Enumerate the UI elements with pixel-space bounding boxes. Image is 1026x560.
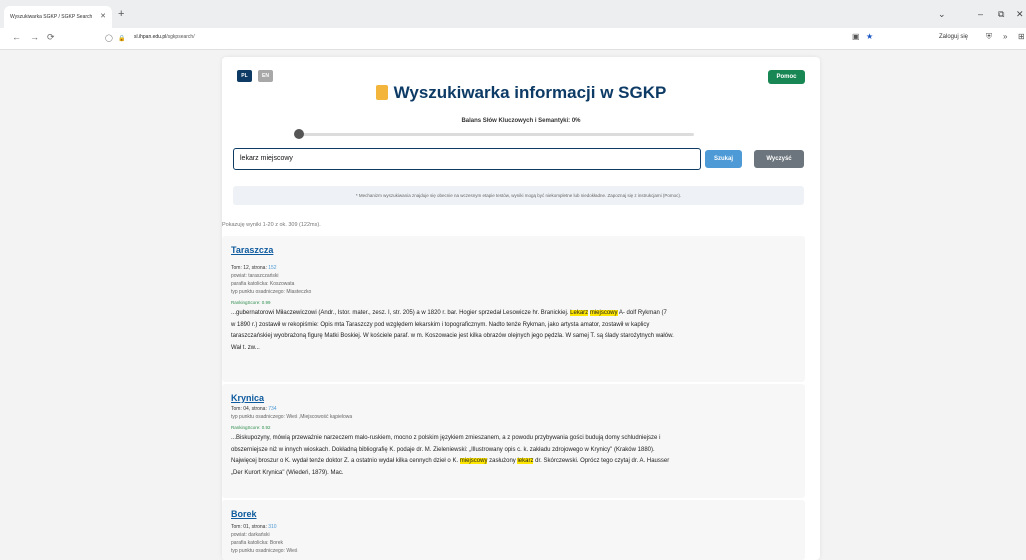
result-meta: typ punktu osadniczego: Miasteczko xyxy=(231,289,312,295)
balance-slider-track[interactable] xyxy=(297,133,694,136)
keyword-highlight: lekarz xyxy=(517,458,534,464)
address-bar: ← → ⟳ ◯ 🔒 sl.ihpan.edu.pl/sgkpsearch/ ▣ … xyxy=(0,28,1026,50)
clear-button[interactable]: Wyczyść xyxy=(754,150,804,168)
tab-title: Wyszukiwarka SGKP / SGKP Search xyxy=(10,14,93,20)
keyword-highlight: miejscowy xyxy=(459,458,488,464)
snippet-line: obszerniejsze niż w innych wioskach. Dok… xyxy=(231,446,655,453)
url-host: sl.ihpan.edu.pl xyxy=(134,34,167,40)
scroll-icon xyxy=(375,84,388,100)
results-count: Pokazuję wyniki 1-20 z ok. 309 (122ms). xyxy=(222,222,321,228)
lang-pl-button[interactable]: PL xyxy=(237,70,252,82)
forward-icon[interactable]: → xyxy=(30,32,39,42)
back-icon[interactable]: ← xyxy=(12,32,21,42)
lock-icon: 🔒 xyxy=(118,36,126,42)
snippet-line: taraszczańskiej wyobrażoną figurę Matki … xyxy=(231,333,674,339)
result-item: Krynica Tom: 04, strona: 734 typ punktu … xyxy=(222,384,805,498)
search-button[interactable]: Szukaj xyxy=(705,150,742,168)
result-title[interactable]: Borek xyxy=(231,509,257,519)
result-item: Borek Tom: 01, strona: 310 powiat: darka… xyxy=(222,500,805,560)
result-volume: Tom: 01, strona: 310 xyxy=(231,524,277,530)
result-meta: typ punktu osadniczego: Wieś xyxy=(231,548,298,554)
balance-slider-label: Balans Słów Kluczowych i Semantyki: 0% xyxy=(461,118,581,124)
title-row: Wyszukiwarka informacji w SGKP xyxy=(222,83,820,107)
lang-en-button[interactable]: EN xyxy=(258,70,273,82)
keyword-highlight: miejscowy xyxy=(589,310,618,316)
result-item: Taraszcza Tom: 12, strona: 152 powiat: t… xyxy=(222,236,805,382)
snippet-line: ...gubernatorowi Miłaczewiczowi (Andr., … xyxy=(231,310,667,316)
result-volume: Tom: 12, strona: 152 xyxy=(231,265,277,271)
result-page-link[interactable]: 734 xyxy=(268,406,276,412)
bookmark-star-icon[interactable]: ★ xyxy=(866,32,873,41)
help-button[interactable]: Pomoc xyxy=(768,70,805,84)
result-snippet: ...Biskupozyny, mówią przeważnie narzecz… xyxy=(231,433,797,479)
url-field[interactable]: sl.ihpan.edu.pl/sgkpsearch/ xyxy=(134,34,195,40)
snippet-line: „Der Kurort Krynica" (Wiedeń, 1879). Mac… xyxy=(231,469,344,476)
result-snippet: ...gubernatorowi Miłaczewiczowi (Andr., … xyxy=(231,308,797,354)
result-ranking: RankingScore: 0.99 xyxy=(231,300,271,305)
result-meta: typ punktu osadniczego: Wieś ,Miejscowoś… xyxy=(231,414,353,420)
result-page-link[interactable]: 152 xyxy=(268,265,276,271)
restore-icon[interactable]: ⧉ xyxy=(998,9,1004,20)
search-input[interactable]: lekarz miejscowy xyxy=(233,148,701,170)
extensions-icon[interactable]: ⊞ xyxy=(1018,32,1025,41)
snippet-line: w 1890 r.) zostawił w rekopiśmie: Opis m… xyxy=(231,321,650,328)
result-meta: powiat: darkański xyxy=(231,532,270,538)
snippet-line: Najwięcej broszur o K. wydał tenże dokto… xyxy=(231,458,670,464)
beta-notice: * Mechanizm wyszukiwania znajduje się ob… xyxy=(233,186,804,205)
minimize-icon[interactable]: – xyxy=(978,9,983,19)
new-tab-icon[interactable]: + xyxy=(118,8,124,20)
result-title[interactable]: Taraszcza xyxy=(231,245,273,255)
result-title[interactable]: Krynica xyxy=(231,393,264,403)
page-info-icon[interactable]: ◯ xyxy=(105,34,113,42)
close-window-icon[interactable]: ✕ xyxy=(1016,9,1024,20)
shield-icon[interactable]: ⛨ xyxy=(986,32,992,42)
page-title: Wyszukiwarka informacji w SGKP xyxy=(393,83,667,102)
keyword-highlight: Lekarz xyxy=(570,310,589,316)
url-path: /sgkpsearch/ xyxy=(166,34,195,40)
browser-tab[interactable]: Wyszukiwarka SGKP / SGKP Search ✕ xyxy=(4,6,112,28)
result-meta: parafia katolicka: Borek xyxy=(231,540,283,546)
tab-list-icon[interactable]: ⌄ xyxy=(938,9,946,20)
snippet-line: Wał t. zw... xyxy=(231,344,260,351)
reload-icon[interactable]: ⟳ xyxy=(47,32,55,43)
result-ranking: RankingScore: 0.92 xyxy=(231,425,271,430)
tab-close-icon[interactable]: ✕ xyxy=(100,6,106,28)
more-tools-icon[interactable]: » xyxy=(1003,32,1007,41)
result-meta: powiat: taraszczański xyxy=(231,273,279,279)
snippet-line: ...Biskupozyny, mówią przeważnie narzecz… xyxy=(231,435,661,441)
result-page-link[interactable]: 310 xyxy=(268,524,276,530)
reader-mode-icon[interactable]: ▣ xyxy=(852,32,860,41)
browser-tab-bar: Wyszukiwarka SGKP / SGKP Search ✕ + ⌄ – … xyxy=(0,0,1026,28)
balance-slider-thumb[interactable] xyxy=(294,129,304,139)
result-volume: Tom: 04, strona: 734 xyxy=(231,406,277,412)
search-card: PL EN Pomoc Wyszukiwarka informacji w SG… xyxy=(222,57,820,560)
result-meta: parafia katolicka: Koszowata xyxy=(231,281,295,287)
login-link[interactable]: Zaloguj się xyxy=(939,34,968,40)
